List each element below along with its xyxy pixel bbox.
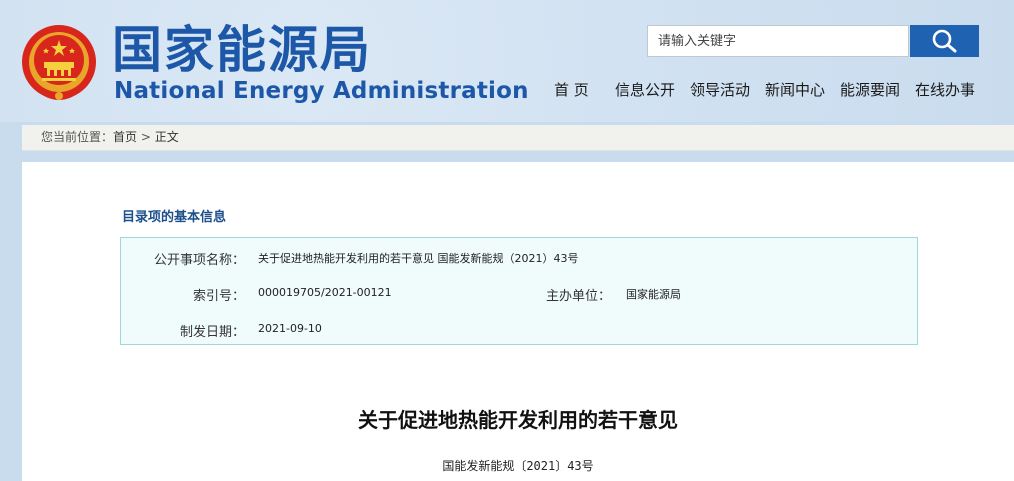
index-number-value: 000019705/2021-00121: [258, 286, 392, 299]
breadcrumb-bar: 您当前位置：首页 > 正文: [22, 125, 1014, 151]
nav-item-home[interactable]: 首 页: [554, 80, 589, 100]
search-button[interactable]: [910, 25, 979, 57]
main-content: 目录项的基本信息 公开事项名称： 关于促进地热能开发利用的若干意见 国能发新能规…: [22, 162, 1014, 481]
nav-item-news-center[interactable]: 新闻中心: [765, 80, 825, 100]
site-title-chinese[interactable]: 国家能源局: [112, 20, 372, 80]
search-input[interactable]: [648, 26, 908, 56]
main-nav: 首 页 信息公开 领导活动 新闻中心 能源要闻 在线办事: [0, 80, 1014, 100]
breadcrumb-prefix: 您当前位置：: [41, 130, 114, 144]
nav-item-energy-news[interactable]: 能源要闻: [840, 80, 900, 100]
article-title: 关于促进地热能开发利用的若干意见: [358, 408, 678, 432]
document-number: 国能发新能规〔2021〕43号: [442, 459, 594, 473]
catalog-info-box: 公开事项名称： 关于促进地热能开发利用的若干意见 国能发新能规（2021）43号…: [120, 237, 918, 345]
nav-item-online-services[interactable]: 在线办事: [915, 80, 975, 100]
item-name-value: 关于促进地热能开发利用的若干意见 国能发新能规（2021）43号: [258, 252, 579, 265]
issue-date-label: 制发日期：: [179, 325, 245, 340]
item-name-label: 公开事项名称：: [153, 253, 245, 268]
organizer-value: 国家能源局: [626, 288, 681, 301]
breadcrumb: 您当前位置：首页 > 正文: [41, 125, 179, 150]
nav-item-info-disclosure[interactable]: 信息公开: [615, 80, 675, 100]
search-icon: [932, 29, 956, 53]
catalog-section-title: 目录项的基本信息: [122, 210, 227, 225]
site-header: 国家能源局 National Energy Administration 首 页…: [0, 0, 1014, 122]
issue-date-value: 2021-09-10: [258, 322, 322, 335]
nav-item-leadership[interactable]: 领导活动: [690, 80, 750, 100]
organizer-label: 主办单位：: [546, 289, 612, 304]
breadcrumb-separator: >: [140, 130, 151, 144]
index-number-label: 索引号：: [192, 289, 245, 304]
breadcrumb-current[interactable]: 正文: [155, 130, 179, 144]
breadcrumb-home-link[interactable]: 首页: [113, 130, 137, 144]
search-box: [647, 25, 909, 57]
